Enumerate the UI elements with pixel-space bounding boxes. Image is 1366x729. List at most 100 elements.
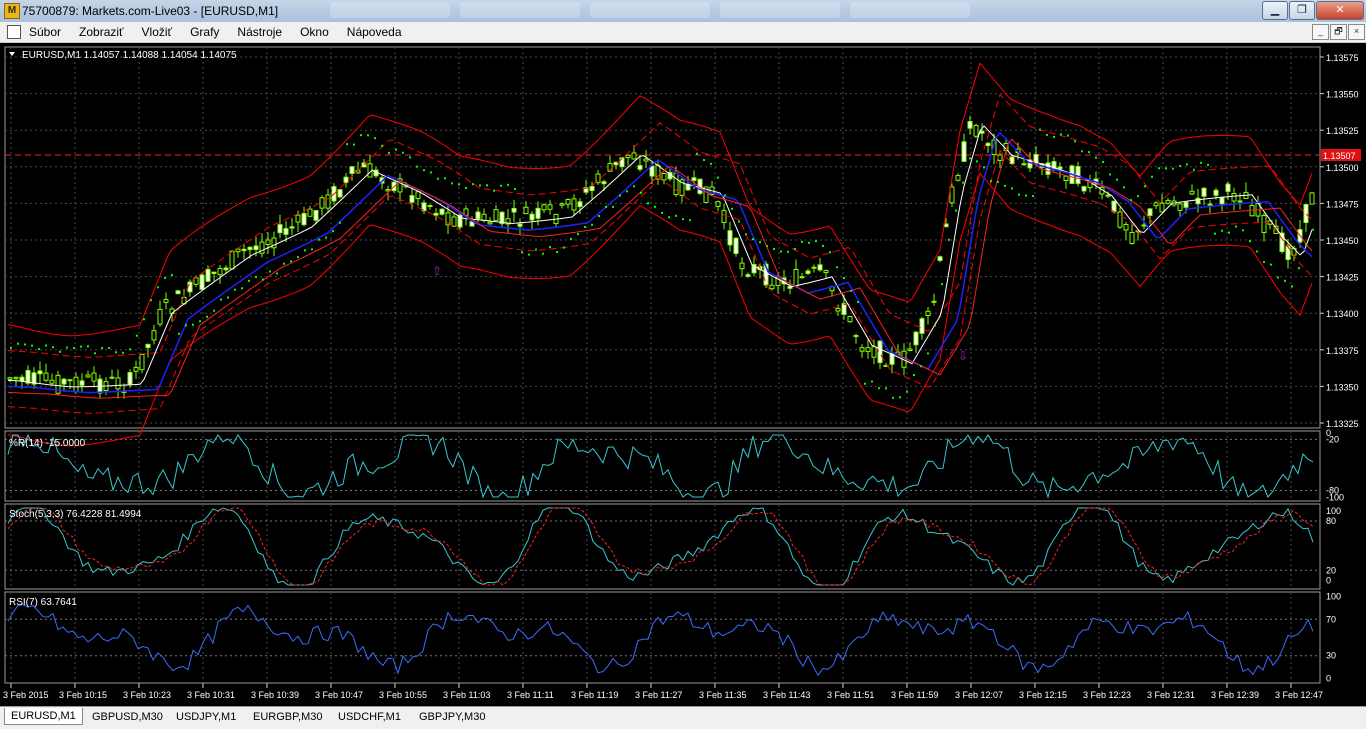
mdi-minimize-button[interactable]: _ xyxy=(1312,24,1329,40)
candle-body xyxy=(349,166,355,174)
time-axis-label: 3 Feb 12:31 xyxy=(1147,690,1195,700)
time-axis-label: 3 Feb 10:39 xyxy=(251,690,299,700)
tab-eurusd-m1[interactable]: EURUSD,M1 xyxy=(4,708,83,725)
menu-view[interactable]: Zobraziť xyxy=(79,25,124,39)
time-axis-label: 3 Feb 10:23 xyxy=(123,690,171,700)
parabolic-sar-dot xyxy=(311,248,313,251)
candle-body xyxy=(7,377,13,380)
indicator-level-label: 30 xyxy=(1326,651,1336,661)
wpr-indicator-label: %R(14) -15.0000 xyxy=(9,438,86,449)
time-axis-label: 3 Feb 2015 xyxy=(3,690,49,700)
parabolic-sar-dot xyxy=(759,241,761,244)
candle-body xyxy=(727,230,733,246)
candle-body xyxy=(997,154,1003,161)
menu-window[interactable]: Okno xyxy=(300,25,329,39)
menu-file[interactable]: Súbor xyxy=(29,25,61,39)
parabolic-sar-dot xyxy=(948,238,950,241)
parabolic-sar-dot xyxy=(80,345,82,348)
close-button[interactable]: ✕ xyxy=(1316,1,1364,20)
candle-body xyxy=(235,248,241,253)
parabolic-sar-dot xyxy=(388,151,390,154)
candle-body xyxy=(541,204,547,211)
candle-body xyxy=(145,343,151,349)
background-browser-tab xyxy=(720,2,840,18)
chart-canvas[interactable]: ⇧ ⇩ 1.13575 1.13550 1.13525 1.13500 1.13475 1.… xyxy=(0,43,1366,706)
candle-body xyxy=(139,354,145,371)
candle-body xyxy=(343,176,349,183)
parabolic-sar-dot xyxy=(1291,285,1293,288)
parabolic-sar-dot xyxy=(129,348,131,351)
parabolic-sar-dot xyxy=(752,238,754,241)
parabolic-sar-dot xyxy=(1284,279,1286,282)
menu-charts[interactable]: Grafy xyxy=(190,25,219,39)
parabolic-sar-dot xyxy=(1221,229,1223,232)
maximize-button[interactable]: ❐ xyxy=(1289,1,1315,20)
candle-body xyxy=(511,207,517,213)
tab-usdjpy-m1[interactable]: USDJPY,M1 xyxy=(170,709,242,725)
candle-body xyxy=(187,281,193,293)
candle-body xyxy=(535,207,541,219)
candle-body xyxy=(985,142,991,147)
price-axis-label: 1.13475 xyxy=(1326,199,1359,209)
parabolic-sar-dot xyxy=(808,241,810,244)
parabolic-sar-dot xyxy=(899,396,901,399)
candle-body xyxy=(577,201,583,208)
parabolic-sar-dot xyxy=(1039,128,1041,131)
parabolic-sar-dot xyxy=(521,251,523,254)
parabolic-sar-dot xyxy=(1004,184,1006,187)
chart-window[interactable]: ⇧ ⇩ 1.13575 1.13550 1.13525 1.13500 1.13475 1.… xyxy=(0,43,1366,706)
candle-body xyxy=(877,340,883,364)
candle-body xyxy=(61,378,67,385)
price-axis-label: 1.13525 xyxy=(1326,126,1359,136)
chart-tabs-bar: EURUSD,M1 GBPUSD,M30 USDJPY,M1 EURGBP,M3… xyxy=(0,706,1366,729)
parabolic-sar-dot xyxy=(563,246,565,249)
time-axis-label: 3 Feb 10:31 xyxy=(187,690,235,700)
candle-body xyxy=(979,130,985,134)
chart-window-icon[interactable] xyxy=(7,25,21,39)
candle-body xyxy=(1117,211,1123,228)
tab-eurgbp-m30[interactable]: EURGBP,M30 xyxy=(247,709,329,725)
mdi-restore-button[interactable]: 🗗 xyxy=(1330,24,1347,40)
parabolic-sar-dot xyxy=(885,387,887,390)
candle-body xyxy=(1225,183,1231,192)
parabolic-sar-dot xyxy=(38,348,40,351)
parabolic-sar-dot xyxy=(1130,199,1132,202)
parabolic-sar-dot xyxy=(1256,250,1258,253)
parabolic-sar-dot xyxy=(906,390,908,393)
parabolic-sar-dot xyxy=(339,221,341,224)
background-browser-tab xyxy=(460,2,580,18)
tab-usdchf-m1[interactable]: USDCHF,M1 xyxy=(332,709,407,725)
candle-body xyxy=(1207,203,1213,206)
rsi-indicator-label: RSI(7) 63.7641 xyxy=(9,597,77,608)
menu-help[interactable]: Nápoveda xyxy=(347,25,402,39)
candle-body xyxy=(253,245,259,251)
rsi-pane xyxy=(4,591,1321,684)
time-axis-label: 3 Feb 10:47 xyxy=(315,690,363,700)
tab-gbpjpy-m30[interactable]: GBPJPY,M30 xyxy=(413,709,491,725)
parabolic-sar-dot xyxy=(801,240,803,243)
parabolic-sar-dot xyxy=(458,183,460,186)
parabolic-sar-dot xyxy=(787,250,789,253)
candle-body xyxy=(793,268,799,287)
menu-tools[interactable]: Nástroje xyxy=(237,25,282,39)
indicator-level-label: 70 xyxy=(1326,614,1336,624)
tab-gbpusd-m30[interactable]: GBPUSD,M30 xyxy=(86,709,169,725)
candle-body xyxy=(301,213,307,226)
price-axis-label: 1.13350 xyxy=(1326,382,1359,392)
candle-body xyxy=(79,380,85,386)
price-axis-label: 1.13400 xyxy=(1326,309,1359,319)
minimize-button[interactable]: ▁ xyxy=(1262,1,1288,20)
candle-body xyxy=(163,299,169,303)
mdi-close-button[interactable]: × xyxy=(1348,24,1365,40)
time-axis-label: 3 Feb 11:35 xyxy=(699,690,746,700)
candle-body xyxy=(931,300,937,303)
parabolic-sar-dot xyxy=(185,324,187,327)
candle-body xyxy=(745,274,751,277)
candle-body xyxy=(1105,194,1111,197)
menu-insert[interactable]: Vložiť xyxy=(142,25,173,39)
parabolic-sar-dot xyxy=(962,181,964,184)
parabolic-sar-dot xyxy=(920,365,922,368)
parabolic-sar-dot xyxy=(423,169,425,172)
time-axis-label: 3 Feb 11:51 xyxy=(827,690,874,700)
parabolic-sar-dot xyxy=(101,347,103,350)
